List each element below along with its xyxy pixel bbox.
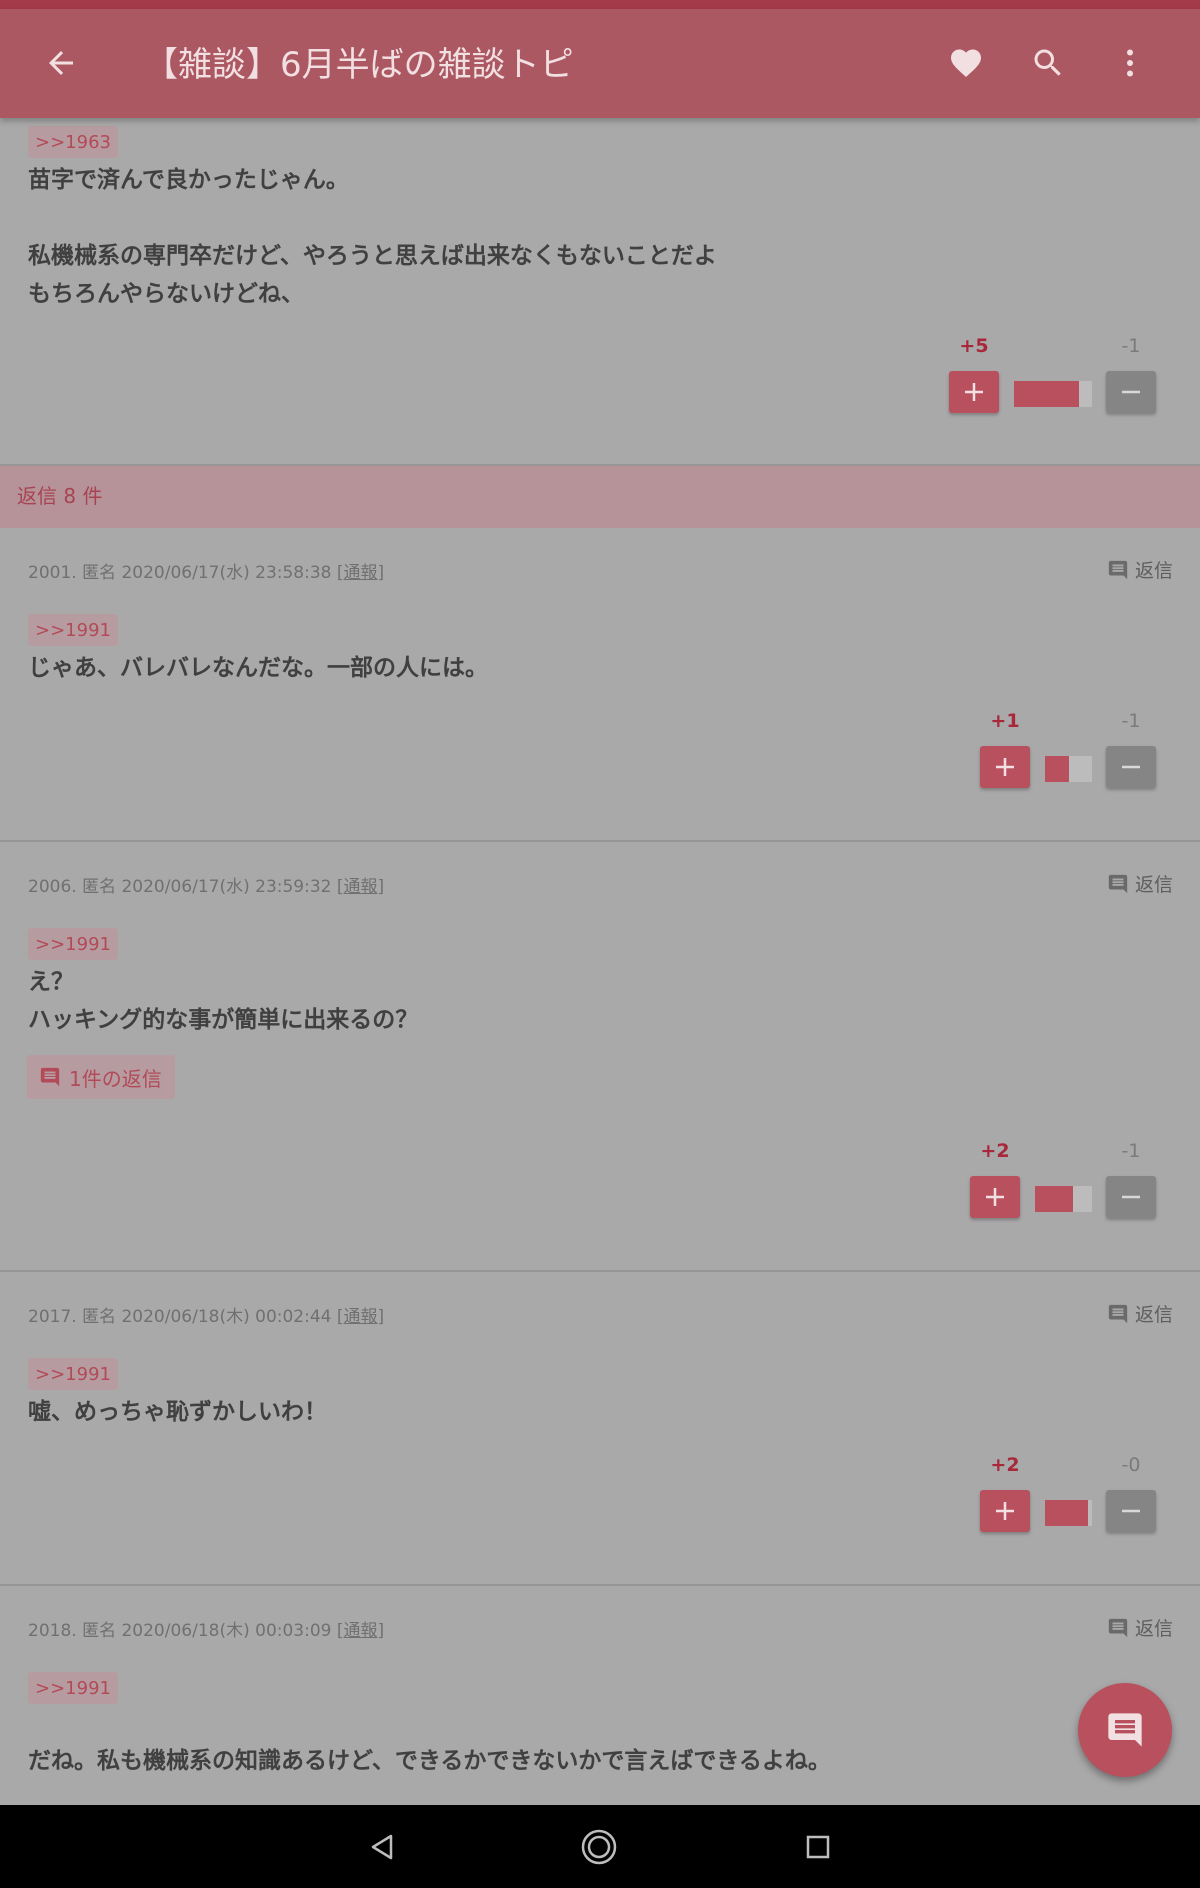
plus-vote-button[interactable]	[980, 746, 1030, 788]
comment-icon	[40, 1067, 60, 1087]
comment-list: >>1963 苗字で済んで良かったじゃん。 私機械系の専門卒だけど、やろうと思え…	[0, 118, 1200, 1805]
reply-label: 返信	[1134, 874, 1173, 896]
reply-button[interactable]: 返信	[1107, 870, 1173, 897]
report-link[interactable]: [通報]	[337, 563, 384, 583]
plus-icon	[996, 758, 1014, 776]
view-replies-label: 1件の返信	[69, 1066, 162, 1091]
minus-vote-button[interactable]	[1106, 371, 1156, 413]
more-options-button[interactable]	[1100, 33, 1160, 93]
comment-body: じゃあ、バレバレなんだな。一部の人には。	[28, 655, 488, 681]
reply-label: 返信	[1134, 560, 1173, 582]
comment-meta: 2017. 匿名 2020/06/18(木) 00:02:44 [通報]	[28, 1302, 384, 1327]
comment-meta: 2018. 匿名 2020/06/18(木) 00:03:09 [通報]	[28, 1616, 384, 1641]
minus-icon	[1122, 1195, 1140, 1199]
plus-vote-button[interactable]	[980, 1490, 1030, 1532]
reply-button[interactable]: 返信	[1107, 1300, 1173, 1327]
search-button[interactable]	[1018, 33, 1078, 93]
nav-home-icon	[581, 1829, 617, 1865]
view-replies-button[interactable]: 1件の返信	[27, 1055, 175, 1099]
minus-count: -1	[1121, 335, 1141, 357]
plus-icon	[996, 1502, 1014, 1520]
comment-icon	[1108, 1304, 1128, 1323]
favorite-button[interactable]	[936, 33, 996, 93]
reply-button[interactable]: 返信	[1107, 556, 1173, 583]
nav-back-icon	[371, 1834, 393, 1860]
minus-vote-button[interactable]	[1106, 1176, 1156, 1218]
plus-icon	[986, 1188, 1004, 1206]
vote-ratio-bar	[1045, 756, 1092, 782]
heart-icon	[951, 49, 981, 78]
nav-recents-icon	[806, 1835, 830, 1859]
post-comment-fab[interactable]	[1078, 1683, 1172, 1777]
plus-count: +5	[959, 335, 989, 357]
back-button[interactable]	[31, 33, 91, 93]
plus-vote-button[interactable]	[970, 1176, 1020, 1218]
more-vert-icon	[1127, 49, 1133, 77]
search-icon	[1034, 49, 1061, 76]
comment-body: だね。私も機械系の知識あるけど、できるかできないかで言えばできるよね。	[28, 1748, 831, 1774]
plus-count: +2	[990, 1454, 1020, 1476]
anchor-link[interactable]: >>1963	[28, 126, 118, 158]
plus-vote-button[interactable]	[949, 371, 999, 413]
report-link[interactable]: [通報]	[337, 1621, 384, 1641]
reply-label: 返信	[1134, 1618, 1173, 1640]
nav-recents-button[interactable]	[790, 1819, 846, 1875]
nav-back-button[interactable]	[354, 1819, 410, 1875]
report-link[interactable]: [通報]	[337, 877, 384, 897]
minus-count: -1	[1121, 710, 1141, 732]
anchor-link[interactable]: >>1991	[28, 614, 118, 646]
minus-count: -0	[1121, 1454, 1141, 1476]
page-title: 【雑談】6月半ばの雑談トピ	[144, 45, 574, 85]
nav-home-button[interactable]	[571, 1819, 627, 1875]
reply-label: 返信	[1134, 1304, 1173, 1326]
vote-ratio-bar	[1045, 1500, 1092, 1526]
comment-icon	[1108, 1618, 1128, 1637]
vote-ratio-bar	[1014, 381, 1092, 407]
app-bar: 【雑談】6月半ばの雑談トピ	[0, 9, 1200, 118]
anchor-link[interactable]: >>1991	[28, 1358, 118, 1390]
anchor-link[interactable]: >>1991	[28, 1672, 118, 1704]
comment-meta-text: 2001. 匿名 2020/06/17(水) 23:58:38	[28, 563, 332, 583]
comment-meta-text: 2017. 匿名 2020/06/18(木) 00:02:44	[28, 1307, 332, 1327]
plus-icon	[965, 383, 983, 401]
plus-count: +1	[990, 710, 1020, 732]
minus-count: -1	[1121, 1140, 1141, 1162]
status-bar	[0, 0, 1200, 9]
minus-icon	[1122, 1509, 1140, 1513]
comment-body: え？ ハッキング的な事が簡単に出来るの？	[28, 969, 419, 1033]
replies-banner: 返信 8 件	[0, 466, 1200, 528]
divider	[0, 1584, 1200, 1586]
comment-meta: 2006. 匿名 2020/06/17(水) 23:59:32 [通報]	[28, 872, 384, 897]
divider	[0, 1270, 1200, 1272]
system-nav-bar	[0, 1805, 1200, 1888]
comment-icon	[1108, 1713, 1142, 1747]
reply-button[interactable]: 返信	[1107, 1614, 1173, 1641]
minus-vote-button[interactable]	[1106, 746, 1156, 788]
comment-meta-text: 2018. 匿名 2020/06/18(木) 00:03:09	[28, 1621, 332, 1641]
plus-count: +2	[980, 1140, 1010, 1162]
back-arrow-icon	[49, 51, 73, 75]
comment-icon	[1108, 874, 1128, 893]
comment-meta: 2001. 匿名 2020/06/17(水) 23:58:38 [通報]	[28, 558, 384, 583]
vote-ratio-bar	[1035, 1186, 1092, 1212]
report-link[interactable]: [通報]	[337, 1307, 384, 1327]
divider	[0, 840, 1200, 842]
comment-body: 嘘、めっちゃ恥ずかしいわ！	[28, 1399, 327, 1425]
comment-meta-text: 2006. 匿名 2020/06/17(水) 23:59:32	[28, 877, 332, 897]
minus-icon	[1122, 765, 1140, 769]
replies-count-label: 返信 8 件	[17, 484, 103, 508]
anchor-link[interactable]: >>1991	[28, 928, 118, 960]
minus-icon	[1122, 390, 1140, 394]
comment-body: 苗字で済んで良かったじゃん。 私機械系の専門卒だけど、やろうと思えば出来なくもな…	[28, 167, 717, 307]
minus-vote-button[interactable]	[1106, 1490, 1156, 1532]
comment-icon	[1108, 560, 1128, 579]
